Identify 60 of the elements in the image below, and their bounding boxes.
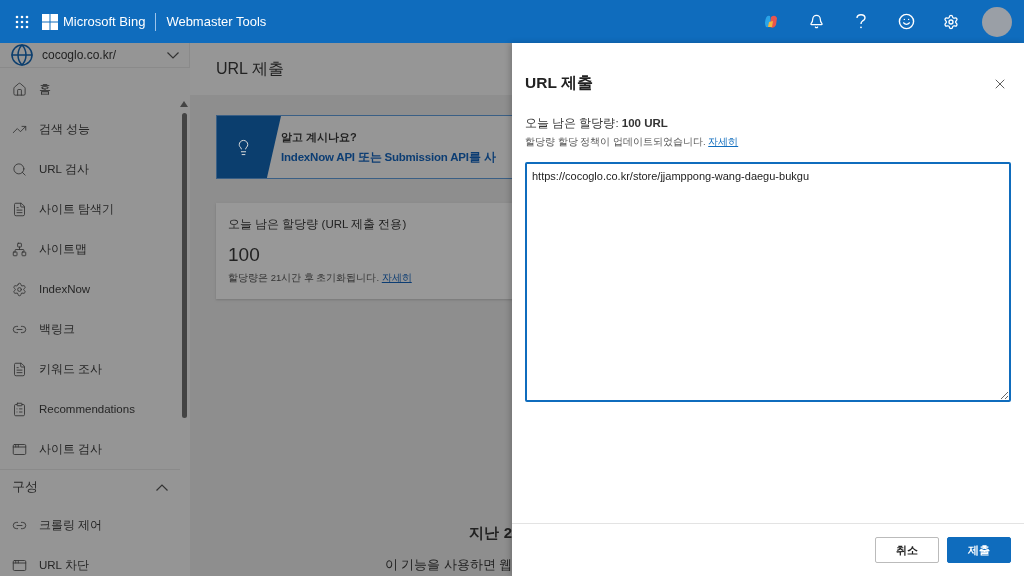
window-icon bbox=[12, 441, 27, 457]
document-icon bbox=[12, 361, 27, 377]
chevron-down-icon bbox=[167, 51, 179, 59]
nav-item[interactable]: Recommendations bbox=[0, 389, 180, 429]
nav-label: 사이트 탐색기 bbox=[39, 201, 115, 217]
group-label: 구성 bbox=[12, 479, 38, 496]
group-header[interactable]: 구성 bbox=[0, 469, 180, 505]
scroll-up-arrow-icon[interactable] bbox=[180, 101, 188, 107]
cancel-button[interactable]: 취소 bbox=[875, 537, 939, 563]
nav-label: 백링크 bbox=[39, 321, 75, 337]
nav-item[interactable]: 사이트 검사 bbox=[0, 429, 180, 469]
url-input-field[interactable]: https://cocoglo.co.kr/store/jjamppong-wang-daegu-bukgu bbox=[525, 162, 1011, 402]
nav-label: URL 검사 bbox=[39, 161, 89, 177]
nav-label: 검색 성능 bbox=[39, 121, 91, 137]
learn-more-link[interactable]: 자세히 bbox=[381, 272, 412, 283]
nav-item[interactable]: URL 검사 bbox=[0, 149, 180, 189]
nav-item[interactable]: 검색 성능 bbox=[0, 109, 180, 149]
section-heading: 지난 2 bbox=[469, 524, 512, 543]
globe-icon bbox=[10, 43, 34, 67]
home-icon bbox=[12, 81, 27, 97]
product-name: Webmaster Tools bbox=[166, 14, 267, 29]
nav-label: 키워드 조사 bbox=[39, 361, 103, 377]
brand-name: Microsoft Bing bbox=[63, 14, 146, 29]
gear-icon bbox=[12, 281, 27, 297]
page-title: URL 제출 bbox=[216, 58, 284, 79]
search-icon bbox=[12, 161, 27, 177]
quota-text: 오늘 남은 할당량: 100 URL bbox=[525, 116, 669, 131]
nav-item[interactable]: IndexNow bbox=[0, 269, 180, 309]
section-text: 이 기능을 사용하면 웹 bbox=[384, 557, 512, 574]
card-title: 오늘 남은 할당량 (URL 제출 전용) bbox=[228, 217, 408, 232]
windows-logo-icon bbox=[42, 13, 58, 30]
site-name: cocoglo.co.kr/ bbox=[42, 48, 118, 62]
document-icon bbox=[12, 201, 27, 217]
nav-item[interactable]: 크롤링 제어 bbox=[0, 505, 180, 545]
sitemap-icon bbox=[12, 241, 27, 257]
nav-label: Recommendations bbox=[39, 403, 135, 415]
banner-heading: 알고 계시나요? bbox=[281, 129, 358, 145]
panel-title: URL 제출 bbox=[525, 73, 593, 93]
banner-link[interactable]: IndexNow API 또는 Submission API를 사 bbox=[281, 149, 496, 165]
reset-note: 할당량은 21시간 후 초기화됩니다. 자세히 bbox=[228, 272, 413, 285]
nav-item[interactable]: URL 차단 bbox=[0, 545, 180, 576]
nav-item[interactable]: 키워드 조사 bbox=[0, 349, 180, 389]
nav-item[interactable]: 사이트 탐색기 bbox=[0, 189, 180, 229]
submit-button[interactable]: 제출 bbox=[947, 537, 1011, 563]
nav-item[interactable]: 사이트맵 bbox=[0, 229, 180, 269]
nav-item[interactable]: 백링크 bbox=[0, 309, 180, 349]
nav-label: URL 차단 bbox=[39, 557, 89, 573]
nav-label: 사이트 검사 bbox=[39, 441, 103, 457]
nav-label: IndexNow bbox=[39, 283, 91, 295]
learn-more-link[interactable]: 자세히 bbox=[708, 136, 739, 147]
policy-note: 할당량 할당 정책이 업데이트되었습니다. 자세히 bbox=[525, 136, 740, 149]
nav-label: 홈 bbox=[39, 81, 51, 97]
site-selector[interactable]: cocoglo.co.kr/ bbox=[0, 43, 190, 68]
nav-item[interactable]: 홈 bbox=[0, 69, 180, 109]
quota-value: 100 bbox=[228, 244, 261, 266]
window-icon bbox=[12, 557, 27, 573]
nav-label: 사이트맵 bbox=[39, 241, 87, 257]
clipboard-icon bbox=[12, 401, 27, 417]
nav-label: 크롤링 제어 bbox=[39, 517, 103, 533]
chevron-up-icon bbox=[156, 484, 168, 491]
